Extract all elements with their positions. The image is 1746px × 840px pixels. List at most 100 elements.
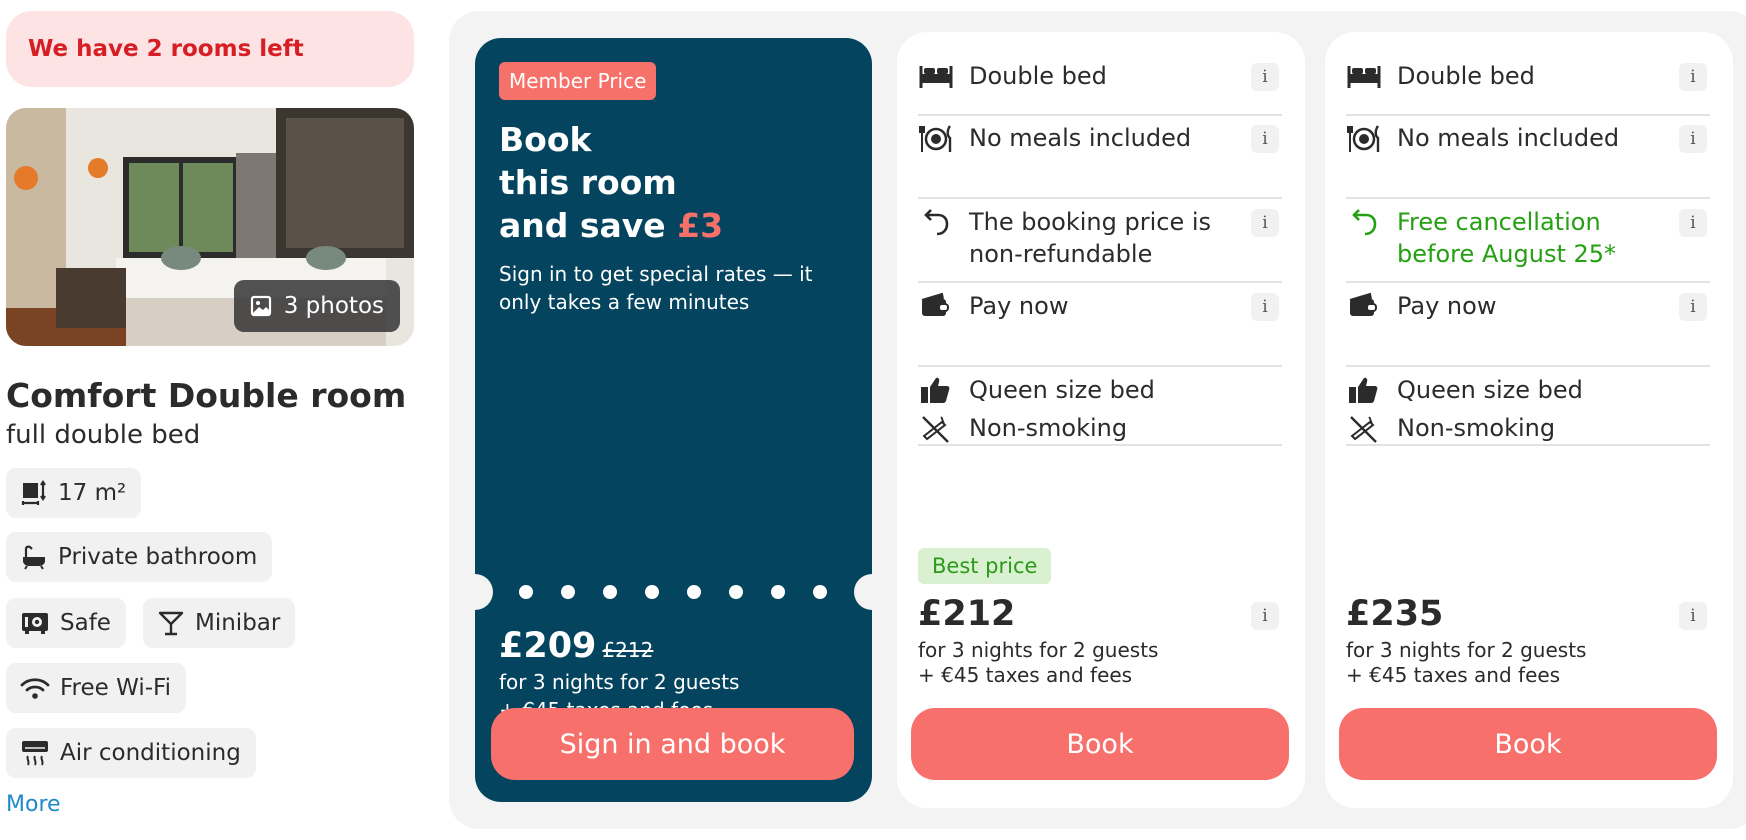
payment-text: Pay now — [1397, 292, 1497, 320]
photos-button[interactable]: 3 photos — [233, 280, 400, 332]
amenity-safe-label: Safe — [60, 610, 111, 636]
wallet-icon — [1349, 292, 1377, 316]
bed-info-button[interactable]: i — [1251, 63, 1279, 91]
price-info-button[interactable]: i — [1679, 602, 1707, 630]
perk-1-text: Queen size bed — [969, 376, 1155, 404]
cocktail-icon — [158, 611, 184, 636]
cancellation-info-button[interactable]: i — [1251, 209, 1279, 237]
cancellation-info-button[interactable]: i — [1679, 209, 1707, 237]
amenity-bathroom: Private bathroom — [6, 532, 273, 582]
divider — [918, 444, 1282, 446]
undo-icon — [1352, 209, 1377, 236]
payment-row: Pay now — [918, 290, 1282, 324]
price-info-button[interactable]: i — [1251, 602, 1279, 630]
payment-info-button[interactable]: i — [1251, 293, 1279, 321]
option-taxes: + €45 taxes and fees — [1346, 663, 1561, 687]
perk-row: Non-smoking — [1346, 412, 1710, 446]
member-save-amount: £3 — [677, 206, 724, 245]
cancellation-text: Free cancellation before August 25* — [1397, 208, 1617, 268]
member-price-value: £209 — [499, 626, 597, 666]
bed-icon — [1347, 66, 1381, 88]
amenity-bathroom-label: Private bathroom — [58, 544, 258, 570]
ticket-notch-left — [475, 574, 493, 610]
photos-button-label: 3 photos — [283, 293, 384, 319]
perk-1-text: Queen size bed — [1397, 376, 1583, 404]
divider — [918, 365, 1282, 367]
member-price: £209 £212 — [499, 626, 653, 666]
perk-2-text: Non-smoking — [969, 414, 1128, 442]
divider — [1346, 197, 1710, 199]
meals-text: No meals included — [1397, 124, 1620, 152]
wallet-icon — [921, 292, 949, 316]
payment-text: Pay now — [969, 292, 1069, 320]
thumbs-up-icon — [921, 377, 950, 403]
member-headline-line-1: Book — [499, 120, 592, 159]
divider — [1346, 444, 1710, 446]
divider — [1346, 365, 1710, 367]
amenity-safe: Safe — [6, 598, 126, 648]
amenity-wifi: Free Wi-Fi — [6, 663, 186, 713]
undo-icon — [924, 209, 949, 236]
option-price: £212 — [918, 594, 1016, 634]
amenity-area: 17 m² — [6, 468, 142, 518]
meals-info-button[interactable]: i — [1251, 125, 1279, 153]
no-smoking-icon — [922, 416, 949, 443]
cancellation-text: The booking price is non-refundable — [969, 208, 1212, 268]
bed-type-row: Double bed — [1346, 60, 1710, 94]
amenity-area-label: 17 m² — [58, 480, 127, 506]
amenity-wifi-label: Free Wi-Fi — [60, 675, 171, 701]
perk-row: Non-smoking — [918, 412, 1282, 446]
wifi-icon — [20, 678, 50, 699]
amenity-air-conditioning: Air conditioning — [6, 728, 256, 778]
best-price-badge: Best price — [918, 548, 1052, 584]
no-smoking-icon — [1350, 416, 1377, 443]
bed-info-button[interactable]: i — [1679, 63, 1707, 91]
member-headline: Book this room and save £3 — [499, 118, 859, 247]
plate-icon — [919, 125, 952, 152]
divider — [918, 114, 1282, 116]
divider — [1346, 281, 1710, 283]
rate-option-card: Double bed i No meals included i The boo… — [897, 32, 1305, 808]
bed-type-row: Double bed — [918, 60, 1282, 94]
sign-in-and-book-button[interactable]: Sign in and book — [491, 708, 854, 780]
meals-info-button[interactable]: i — [1679, 125, 1707, 153]
rooms-left-alert: We have 2 rooms left — [6, 11, 414, 87]
amenity-minibar: Minibar — [143, 598, 296, 648]
member-price-card: Member Price Book this room and save £3 … — [475, 38, 872, 802]
option-price: £235 — [1346, 594, 1444, 634]
payment-info-button[interactable]: i — [1679, 293, 1707, 321]
ticket-perforation — [519, 585, 827, 599]
option-taxes: + €45 taxes and fees — [918, 663, 1133, 687]
meals-row: No meals included — [1346, 122, 1710, 156]
room-photo[interactable]: 3 photos — [6, 108, 414, 346]
bed-type-text: Double bed — [1397, 62, 1535, 90]
book-button[interactable]: Book — [1339, 708, 1717, 780]
thumbs-up-icon — [1349, 377, 1378, 403]
member-stay-info: for 3 nights for 2 guests — [499, 670, 740, 694]
divider — [918, 281, 1282, 283]
bed-icon — [919, 66, 953, 88]
cancellation-row: The booking price is non-refundable — [918, 206, 1282, 270]
payment-row: Pay now — [1346, 290, 1710, 324]
member-headline-line-2: this room — [499, 163, 677, 202]
more-amenities-link[interactable]: More — [6, 792, 61, 817]
room-title: Comfort Double room — [6, 376, 407, 415]
bathtub-icon — [23, 545, 45, 570]
meals-row: No meals included — [918, 122, 1282, 156]
image-icon — [250, 295, 271, 317]
amenity-air-conditioning-label: Air conditioning — [60, 740, 241, 766]
member-price-badge: Member Price — [499, 62, 657, 100]
ticket-notch-right — [854, 574, 872, 610]
safe-icon — [22, 613, 48, 634]
perk-2-text: Non-smoking — [1397, 414, 1556, 442]
meals-text: No meals included — [969, 124, 1192, 152]
rate-option-card: Double bed i No meals included i Free ca… — [1325, 32, 1733, 808]
divider — [918, 197, 1282, 199]
book-button[interactable]: Book — [911, 708, 1289, 780]
amenity-minibar-label: Minibar — [195, 610, 281, 636]
member-old-price: £212 — [602, 638, 654, 662]
cancellation-row: Free cancellation before August 25* — [1346, 206, 1710, 270]
room-subtitle: full double bed — [6, 420, 201, 450]
bed-type-text: Double bed — [969, 62, 1107, 90]
perk-row: Queen size bed — [918, 374, 1282, 408]
